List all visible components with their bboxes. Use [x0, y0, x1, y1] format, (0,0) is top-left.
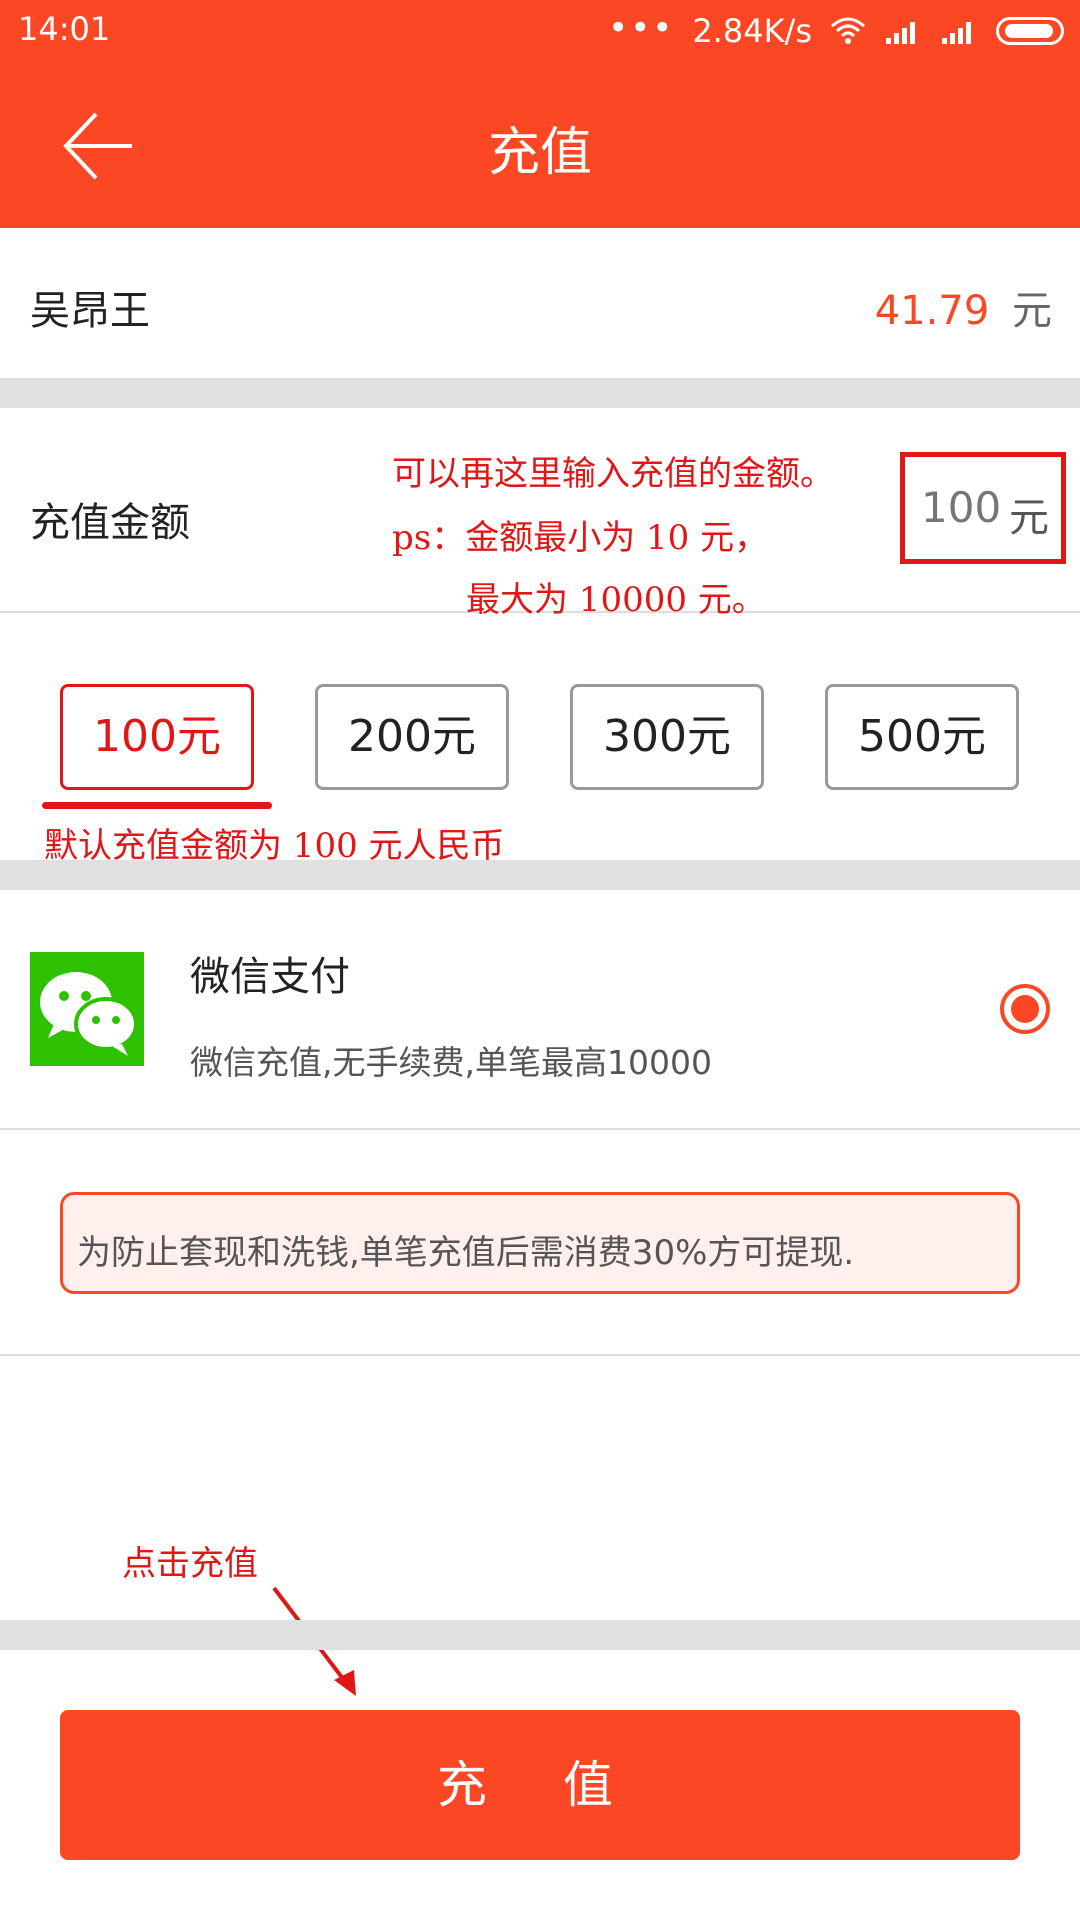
balance-row: 吴昂王 41.79 元: [0, 228, 1080, 378]
signal-icon-2: [942, 22, 971, 44]
status-right: ••• 2.84K/s: [608, 8, 1064, 54]
annotation-line-3: 最大为 10000 元。: [466, 580, 766, 620]
divider-line: [0, 1354, 1080, 1356]
more-dots-icon: •••: [608, 8, 675, 48]
section-divider-3: [0, 1620, 1080, 1650]
annotation-line-1: 可以再这里输入充值的金额。: [392, 454, 834, 494]
wechat-icon: [30, 952, 144, 1066]
annotation-click: 点击充值: [122, 1544, 258, 1584]
account-name: 吴昂王: [30, 288, 150, 334]
network-speed: 2.84K/s: [692, 12, 812, 50]
balance-unit: 元: [1012, 288, 1052, 334]
warning-text: 为防止套现和洗钱,单笔充值后需消费30%方可提现.: [77, 1233, 855, 1273]
amount-unit: 元: [1009, 495, 1049, 541]
section-divider-2: [0, 860, 1080, 890]
balance-amount: 41.79: [874, 288, 990, 334]
signal-icon: [886, 22, 915, 44]
payment-radio[interactable]: [1000, 984, 1050, 1034]
quick-amount-500[interactable]: 500元: [825, 684, 1019, 790]
recharge-button[interactable]: 充 值: [60, 1710, 1020, 1860]
warning-box: 为防止套现和洗钱,单笔充值后需消费30%方可提现.: [60, 1192, 1020, 1294]
status-time: 14:01: [18, 10, 111, 48]
annotation-underline: [42, 802, 272, 809]
payment-method-wechat[interactable]: 微信支付 微信充值,无手续费,单笔最高10000: [0, 890, 1080, 1130]
amount-input[interactable]: [921, 483, 1007, 532]
quick-amount-200[interactable]: 200元: [315, 684, 509, 790]
battery-icon: [996, 17, 1064, 45]
quick-amount-300[interactable]: 300元: [570, 684, 764, 790]
section-divider: [0, 378, 1080, 408]
payment-description: 微信充值,无手续费,单笔最高10000: [190, 1043, 712, 1082]
annotation-line-2: ps：金额最小为 10 元，: [392, 518, 769, 558]
app-header: 14:01 ••• 2.84K/s 充值: [0, 0, 1080, 228]
wifi-icon: [831, 17, 865, 44]
amount-label: 充值金额: [30, 500, 190, 546]
balance-value: 41.79 元: [875, 278, 1052, 336]
page-title: 充值: [487, 123, 592, 183]
amount-input-highlight: 元: [900, 452, 1066, 564]
status-bar: 14:01 ••• 2.84K/s: [0, 0, 1080, 62]
payment-title: 微信支付: [190, 954, 350, 1000]
quick-amount-100[interactable]: 100元: [60, 684, 254, 790]
